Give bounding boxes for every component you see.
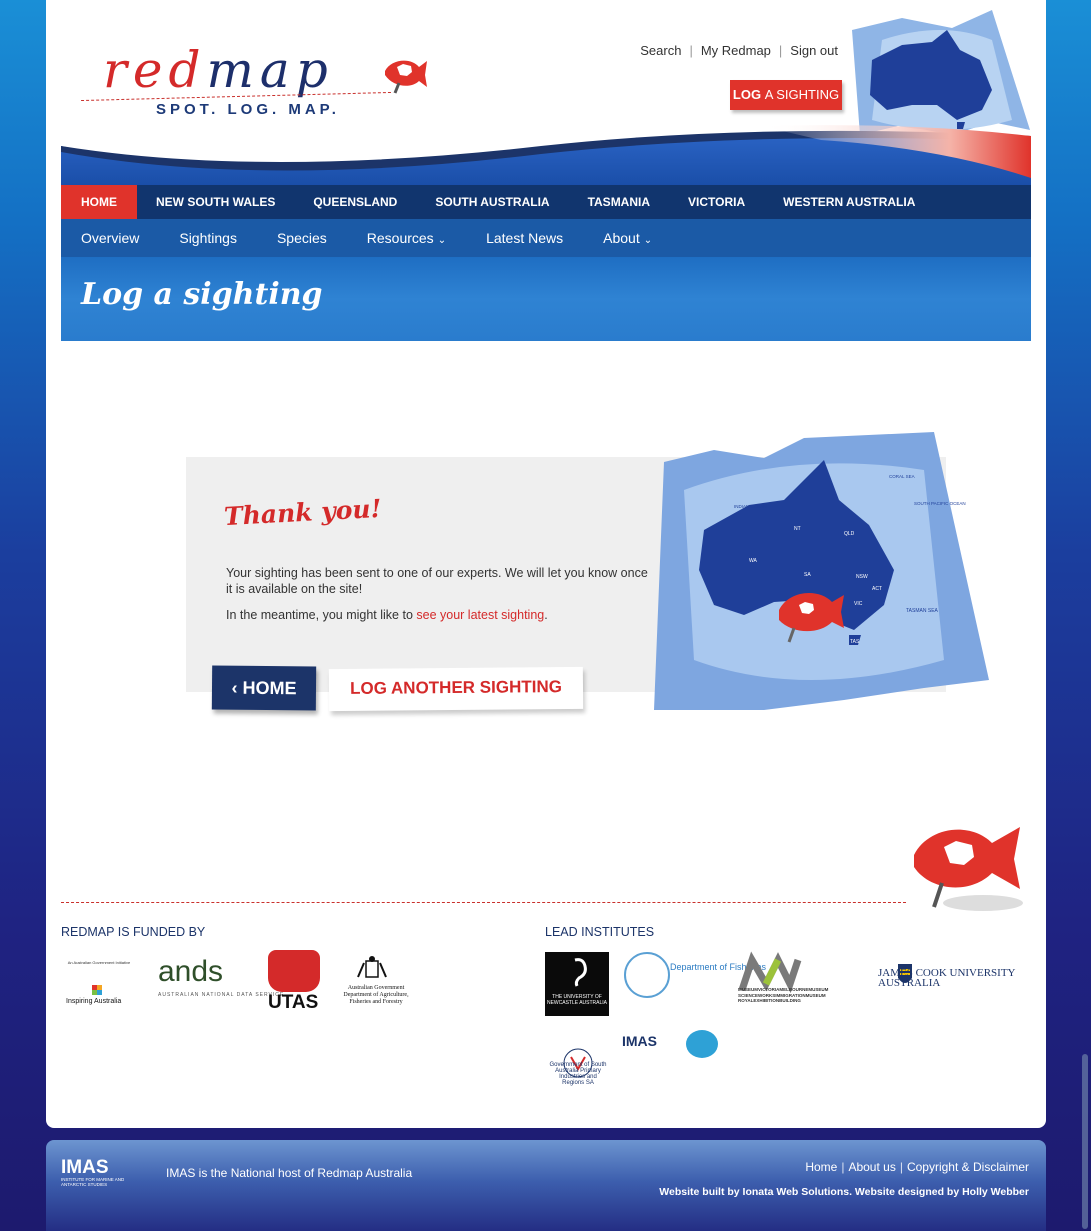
nav-queensland[interactable]: QUEENSLAND bbox=[294, 185, 416, 219]
log-button-rest: A SIGHTING bbox=[764, 87, 840, 102]
map-label-south-pacific: SOUTH PACIFIC OCEAN bbox=[914, 501, 966, 506]
logo-wordmark: redmap bbox=[103, 41, 334, 99]
log-another-sighting-button[interactable]: LOG ANOTHER SIGHTING bbox=[328, 666, 584, 712]
footer-credit: Website built by Ionata Web Solutions. W… bbox=[659, 1186, 1029, 1198]
map-label-tas: TAS bbox=[850, 639, 860, 645]
log-a-sighting-button[interactable]: LOG A SIGHTING bbox=[730, 80, 842, 110]
sign-out-link[interactable]: Sign out bbox=[790, 43, 838, 58]
site-footer: IMAS INSTITUTE FOR MARINE AND ANTARCTIC … bbox=[46, 1140, 1046, 1231]
confirmation-message: Your sighting has been sent to one of ou… bbox=[226, 565, 656, 633]
coat-of-arms-icon bbox=[357, 956, 387, 978]
subnav-resources[interactable]: Resources ⌄ bbox=[347, 230, 466, 246]
separator: | bbox=[841, 1160, 845, 1174]
subnav-sightings[interactable]: Sightings bbox=[159, 230, 257, 246]
ands-subtitle: AUSTRALIAN NATIONAL DATA SERVICE bbox=[158, 992, 285, 998]
inspiring-australia-logo[interactable]: Inspiring Australia bbox=[66, 985, 126, 1007]
nav-home[interactable]: HOME bbox=[61, 185, 137, 225]
utas-lion-icon bbox=[268, 950, 320, 992]
nav-south-australia[interactable]: SOUTH AUSTRALIA bbox=[416, 185, 568, 219]
australia-map-icon bbox=[852, 10, 1030, 135]
separator: | bbox=[689, 43, 693, 58]
confirmation-line-1: Your sighting has been sent to one of ou… bbox=[226, 566, 648, 596]
imas-logo[interactable]: IMAS bbox=[622, 1033, 657, 1049]
footer-imas-logo[interactable]: IMAS bbox=[61, 1157, 109, 1179]
map-label-act: ACT bbox=[872, 586, 882, 592]
fish-pin-icon bbox=[914, 827, 1023, 911]
separator: | bbox=[778, 43, 783, 58]
subnav-species[interactable]: Species bbox=[257, 230, 347, 246]
map-label-nt: NT bbox=[794, 526, 801, 532]
fisheries-crest-icon bbox=[624, 952, 670, 998]
footer-copyright-link[interactable]: Copyright & Disclaimer bbox=[907, 1160, 1029, 1174]
footer-home-link[interactable]: Home bbox=[805, 1160, 837, 1174]
australia-map-illustration: WA NT QLD SA NSW ACT VIC TAS CORAL SEA S… bbox=[654, 432, 989, 710]
log-button-strong: LOG bbox=[732, 87, 762, 102]
nav-western-australia[interactable]: WESTERN AUSTRALIA bbox=[764, 185, 934, 219]
subnav-overview[interactable]: Overview bbox=[61, 230, 159, 246]
footer-host-text: IMAS is the National host of Redmap Aust… bbox=[166, 1166, 413, 1180]
confirmation-line-2: In the meantime, you might like to see y… bbox=[226, 608, 548, 622]
redmap-logo[interactable]: redmap SPOT. LOG. MAP. bbox=[81, 38, 431, 123]
chevron-down-icon: ⌄ bbox=[437, 235, 447, 246]
my-redmap-link[interactable]: My Redmap bbox=[701, 43, 771, 58]
imas-globe-icon bbox=[686, 1030, 718, 1058]
scrollbar[interactable] bbox=[1082, 1054, 1088, 1229]
subnav-latest-news[interactable]: Latest News bbox=[466, 230, 583, 246]
wave-banner bbox=[61, 125, 1031, 186]
jcu-logo[interactable]: JAMES COOK UNIVERSITY AUSTRALIA bbox=[878, 968, 1046, 989]
page-title-banner: Log a sighting bbox=[61, 257, 1031, 341]
museum-victoria-text: MUSEUMVICTORIAMELBOURNEMUSEUM SCIENCEWOR… bbox=[738, 987, 829, 1003]
footer-links: Home | About us | Copyright & Disclaimer bbox=[805, 1160, 1029, 1174]
svg-text:Inspiring Australia: Inspiring Australia bbox=[66, 998, 121, 1005]
fish-pin-icon bbox=[385, 60, 427, 94]
chevron-left-icon: ‹ bbox=[231, 677, 243, 698]
page-title: Log a sighting bbox=[81, 277, 323, 312]
map-label-sa: SA bbox=[804, 572, 811, 578]
nav-tasmania[interactable]: TASMANIA bbox=[569, 185, 669, 219]
secondary-nav: Overview Sightings Species Resources ⌄ La… bbox=[61, 219, 1031, 257]
australian-government-initiative-logo[interactable]: An Australian Government Initiative bbox=[64, 960, 134, 965]
map-label-coral-sea: CORAL SEA bbox=[889, 474, 915, 479]
latest-sighting-link[interactable]: see your latest sighting bbox=[416, 608, 544, 622]
map-label-indian-ocean: INDIAN OCEAN bbox=[734, 504, 767, 509]
map-label-qld: QLD bbox=[844, 531, 855, 537]
map-label-vic: VIC bbox=[854, 601, 863, 607]
newcastle-university-logo[interactable]: THE UNIVERSITY OF NEWCASTLE AUSTRALIA bbox=[545, 952, 609, 1016]
separator: | bbox=[899, 1160, 903, 1174]
chevron-down-icon: ⌄ bbox=[643, 235, 653, 246]
nav-victoria[interactable]: VICTORIA bbox=[669, 185, 764, 219]
map-label-nsw: NSW bbox=[856, 574, 868, 580]
home-button[interactable]: ‹ HOME bbox=[211, 665, 317, 711]
agriculture-dept-logo[interactable]: Australian Government Department of Agri… bbox=[336, 985, 416, 1006]
nav-new-south-wales[interactable]: NEW SOUTH WALES bbox=[137, 185, 294, 219]
logo-tagline: SPOT. LOG. MAP. bbox=[156, 101, 340, 118]
map-label-wa: WA bbox=[749, 558, 758, 564]
page-container: redmap SPOT. LOG. MAP. Search | My Redma… bbox=[46, 0, 1046, 1128]
footer-imas-subtitle: INSTITUTE FOR MARINE AND ANTARCTIC STUDI… bbox=[61, 1177, 125, 1187]
funded-by-heading: REDMAP IS FUNDED BY bbox=[61, 925, 206, 939]
ands-logo[interactable]: ands bbox=[158, 955, 223, 989]
sa-government-logo[interactable]: Government of South Australia Primary In… bbox=[548, 1062, 608, 1086]
utility-links: Search | My Redmap | Sign out bbox=[640, 43, 838, 58]
utas-logo[interactable]: UTAS bbox=[268, 992, 318, 1014]
map-label-tasman-sea: TASMAN SEA bbox=[906, 608, 939, 614]
search-link[interactable]: Search bbox=[640, 43, 681, 58]
primary-nav: HOME NEW SOUTH WALES QUEENSLAND SOUTH AU… bbox=[61, 185, 1031, 225]
lead-institutes-heading: LEAD INSTITUTES bbox=[545, 925, 655, 939]
seahorse-icon bbox=[574, 958, 587, 987]
subnav-about[interactable]: About ⌄ bbox=[583, 230, 672, 246]
section-divider bbox=[61, 902, 906, 903]
footer-about-link[interactable]: About us bbox=[848, 1160, 895, 1174]
